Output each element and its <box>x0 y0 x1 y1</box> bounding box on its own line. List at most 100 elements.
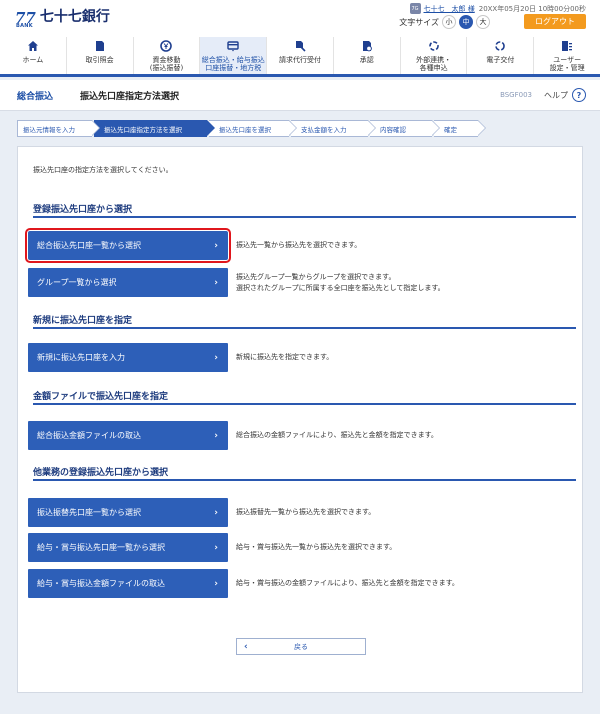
option-description: 給与・賞与振込の金額ファイルにより、振込先と金額を指定できます。 <box>236 579 459 587</box>
nav-user-settings[interactable]: ユーザー 設定・管理 <box>534 37 600 74</box>
section-heading-registered: 登録振込先口座から選択 <box>33 202 576 218</box>
section-heading-new: 新規に振込先口座を指定 <box>33 313 576 329</box>
back-button[interactable]: ‹ 戻る <box>236 638 366 655</box>
bank-logo: 77 BANK 七十七銀行 <box>15 9 110 29</box>
nav-label: 資金移動 (振込振替) <box>149 56 184 72</box>
font-size-medium-button[interactable]: 中 <box>459 15 473 29</box>
link-icon <box>427 40 441 52</box>
business-title: 総合振込 <box>17 91 54 102</box>
button-label: グループ一覧から選択 <box>37 278 117 287</box>
button-label: 振込振替先口座一覧から選択 <box>37 508 141 517</box>
chevron-right-icon: › <box>214 277 218 288</box>
nav-label: ホーム <box>22 56 44 64</box>
chevron-right-icon: › <box>214 240 218 251</box>
logout-button[interactable]: ログアウト <box>524 14 586 29</box>
nav-label: 取引照会 <box>85 56 114 64</box>
back-label: 戻る <box>294 642 308 651</box>
nav-label: 外部連携・ 各種申込 <box>416 56 452 72</box>
select-transfer-payee-list-button[interactable]: 振込振替先口座一覧から選択 › <box>28 498 228 527</box>
step-label: 振込元情報を入力 <box>23 125 75 134</box>
progress-steps: 振込元情報を入力 振込先口座指定方法を選択 振込先口座を選択 支払金額を入力 内… <box>17 120 486 137</box>
chevron-right-icon: › <box>214 430 218 441</box>
font-size-label: 文字サイズ <box>399 17 439 27</box>
nav-fund-transfer[interactable]: 資金移動 (振込振替) <box>134 37 201 74</box>
select-salary-payee-list-button[interactable]: 給与・賞与振込先口座一覧から選択 › <box>28 533 228 562</box>
button-label: 総合振込先口座一覧から選択 <box>37 241 141 250</box>
help-label: ヘルプ <box>544 90 568 100</box>
button-label: 総合振込金額ファイルの取込 <box>37 431 141 440</box>
option-description: 新規に振込先を指定できます。 <box>236 353 334 361</box>
user-settings-icon <box>560 40 574 52</box>
option-description: 振込振替先一覧から振込先を選択できます。 <box>236 508 376 516</box>
user-name-link[interactable]: 七十七 太郎 様 <box>424 4 475 14</box>
top-header: 77 BANK 七十七銀行 7G 七十七 太郎 様 20XX年05月20日 10… <box>0 0 600 37</box>
chevron-right-icon: › <box>214 578 218 589</box>
option-description: 総合振込の金額ファイルにより、振込先と金額を指定できます。 <box>236 431 438 439</box>
approve-icon <box>360 40 374 52</box>
title-bar: 総合振込 振込先口座指定方法選択 BSGF003 ヘルプ ? <box>0 80 600 111</box>
nav-label: ユーザー 設定・管理 <box>549 56 585 72</box>
nav-label: 請求代行受付 <box>279 56 322 64</box>
step-4: 支払金額を入力 <box>291 120 376 137</box>
section-heading-amount-file: 金額ファイルで振込先口座を指定 <box>33 389 576 405</box>
option-row: 総合振込金額ファイルの取込 › 総合振込の金額ファイルにより、振込先と金額を指定… <box>28 421 438 450</box>
logo-name: 七十七銀行 <box>39 9 110 25</box>
import-amount-file-button[interactable]: 総合振込金額ファイルの取込 › <box>28 421 228 450</box>
nav-approval[interactable]: 承認 <box>334 37 401 74</box>
chevron-right-icon: › <box>214 507 218 518</box>
nav-electronic[interactable]: 電子交付 <box>467 37 535 74</box>
step-2-current: 振込先口座指定方法を選択 <box>94 120 215 137</box>
home-icon <box>26 40 40 52</box>
step-label: 振込先口座指定方法を選択 <box>104 125 182 134</box>
global-nav: ホーム 取引照会 資金移動 (振込振替) 総合振込・給与振込 口座振替・地方税 … <box>0 37 600 77</box>
button-label: 新規に振込先口座を入力 <box>37 353 125 362</box>
font-size-switcher: 文字サイズ 小 中 大 <box>399 15 490 29</box>
main-panel: 振込先口座の指定方法を選択してください。 登録振込先口座から選択 総合振込先口座… <box>17 146 583 693</box>
nav-home[interactable]: ホーム <box>0 37 67 74</box>
page-title: 振込先口座指定方法選択 <box>80 91 180 102</box>
nav-external[interactable]: 外部連携・ 各種申込 <box>401 37 468 74</box>
nav-inquiry[interactable]: 取引照会 <box>67 37 134 74</box>
step-1: 振込元情報を入力 <box>17 120 100 137</box>
option-row: 総合振込先口座一覧から選択 › 振込先一覧から振込先を選択できます。 <box>25 228 361 263</box>
chevron-left-icon: ‹ <box>244 641 248 652</box>
enter-new-payee-button[interactable]: 新規に振込先口座を入力 › <box>28 343 228 372</box>
step-5: 内容確認 <box>370 120 440 137</box>
logo-bank-text: BANK <box>16 23 33 29</box>
section-heading-other-business: 他業務の登録振込先口座から選択 <box>33 465 576 481</box>
step-label: 確定 <box>444 125 457 134</box>
button-label: 給与・賞与振込金額ファイルの取込 <box>37 579 165 588</box>
import-salary-amount-file-button[interactable]: 給与・賞与振込金額ファイルの取込 › <box>28 569 228 598</box>
font-size-large-button[interactable]: 大 <box>476 15 490 29</box>
user-badge-icon: 7G <box>409 3 421 14</box>
intro-text: 振込先口座の指定方法を選択してください。 <box>33 166 173 174</box>
step-label: 支払金額を入力 <box>301 125 347 134</box>
step-label: 内容確認 <box>380 125 406 134</box>
select-group-list-button[interactable]: グループ一覧から選択 › <box>28 268 228 297</box>
option-row: 給与・賞与振込先口座一覧から選択 › 給与・賞与振込先一覧から振込先を選択できま… <box>28 533 396 562</box>
font-size-small-button[interactable]: 小 <box>442 15 456 29</box>
nav-label: 総合振込・給与振込 口座振替・地方税 <box>201 56 265 72</box>
nav-label: 承認 <box>359 56 374 64</box>
screen-id: BSGF003 <box>500 91 532 99</box>
button-label: 給与・賞与振込先口座一覧から選択 <box>37 543 165 552</box>
chevron-right-icon: › <box>214 542 218 553</box>
request-icon <box>293 40 307 52</box>
help-link[interactable]: ヘルプ ? <box>544 88 586 102</box>
electronic-icon <box>493 40 507 52</box>
step-6: 確定 <box>434 120 486 137</box>
select-bulk-payee-list-button[interactable]: 総合振込先口座一覧から選択 › <box>25 228 231 263</box>
yen-transfer-icon <box>159 40 173 52</box>
help-icon: ? <box>572 88 586 102</box>
nav-label: 電子交付 <box>486 56 515 64</box>
card-icon <box>226 40 240 52</box>
nav-billing[interactable]: 請求代行受付 <box>267 37 334 74</box>
step-label: 振込先口座を選択 <box>219 125 271 134</box>
option-description: 振込先グループ一覧からグループを選択できます。 選択されたグループに所属する全口… <box>236 272 445 292</box>
nav-bulk-transfer[interactable]: 総合振込・給与振込 口座振替・地方税 <box>200 37 268 74</box>
option-description: 給与・賞与振込先一覧から振込先を選択できます。 <box>236 543 397 551</box>
option-row: 新規に振込先口座を入力 › 新規に振込先を指定できます。 <box>28 343 333 372</box>
option-row: 振込振替先口座一覧から選択 › 振込振替先一覧から振込先を選択できます。 <box>28 498 375 527</box>
step-3: 振込先口座を選択 <box>209 120 297 137</box>
option-row: グループ一覧から選択 › 振込先グループ一覧からグループを選択できます。 選択さ… <box>28 268 445 297</box>
